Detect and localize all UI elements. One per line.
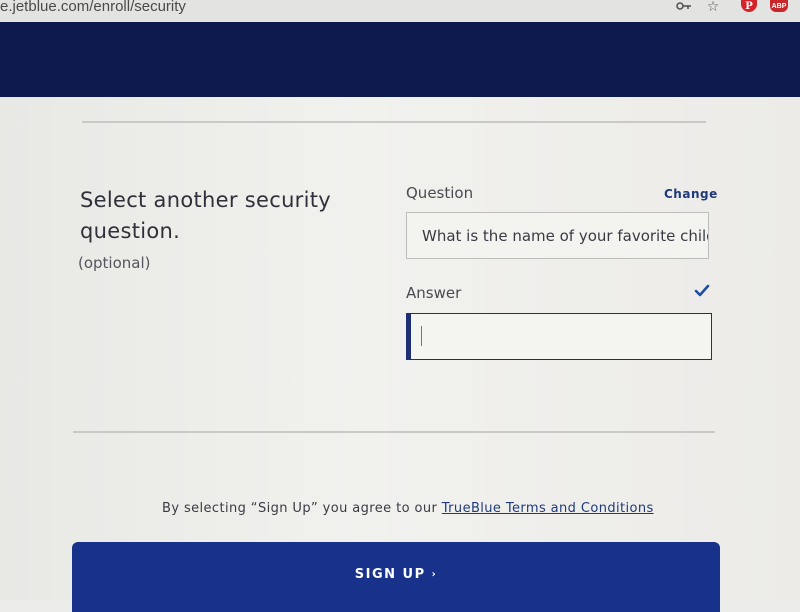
question-label: Question: [406, 184, 474, 202]
check-icon: [694, 283, 710, 297]
star-icon[interactable]: ☆: [705, 0, 721, 14]
adblock-icon[interactable]: ABP: [770, 0, 788, 12]
divider: [82, 121, 706, 123]
divider: [73, 431, 715, 433]
section-title: Select another security question.: [80, 188, 332, 243]
site-header: [0, 22, 800, 97]
pinterest-icon[interactable]: P: [741, 0, 757, 12]
chevron-right-icon: ›: [431, 569, 438, 580]
question-field[interactable]: What is the name of your favorite child: [406, 212, 709, 259]
answer-label: Answer: [406, 284, 462, 302]
answer-input[interactable]: [406, 313, 712, 360]
sign-up-label: SIGN UP: [354, 567, 426, 582]
sign-up-button[interactable]: SIGN UP ›: [72, 542, 720, 612]
text-cursor: [421, 326, 422, 346]
security-question-section: Select another security question. (optio…: [0, 97, 800, 612]
optional-note: (optional): [78, 254, 151, 272]
terms-notice: By selecting “Sign Up” you agree to our …: [162, 501, 654, 516]
change-question-link[interactable]: Change: [664, 187, 718, 201]
address-bar[interactable]: e.jetblue.com/enroll/security: [0, 0, 186, 15]
terms-link[interactable]: TrueBlue Terms and Conditions: [442, 501, 654, 516]
key-icon[interactable]: [676, 0, 692, 14]
terms-text: By selecting “Sign Up” you agree to our: [162, 501, 442, 516]
browser-toolbar: e.jetblue.com/enroll/security ☆ P ABP: [0, 0, 800, 22]
